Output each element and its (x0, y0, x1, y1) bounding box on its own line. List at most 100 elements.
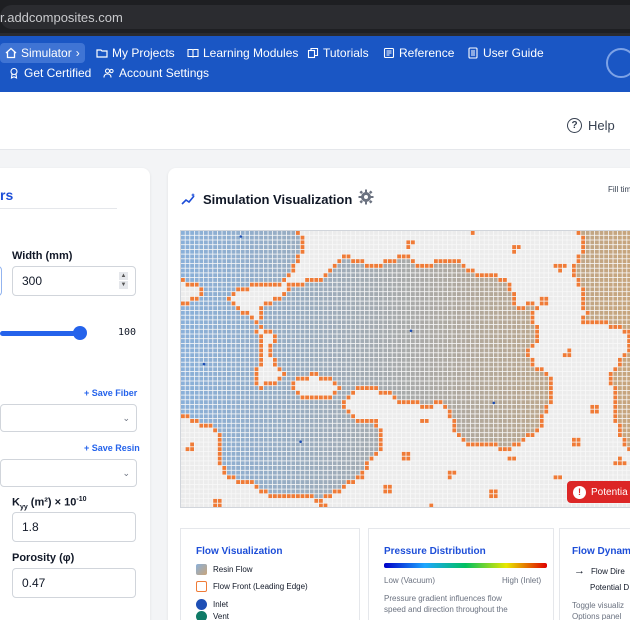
save-resin-link[interactable]: + Save Resin (84, 443, 140, 453)
empty-cell (415, 235, 420, 240)
resin-cell (374, 268, 378, 273)
avatar[interactable] (606, 48, 630, 78)
resin-cell (231, 339, 236, 343)
empty-cell (549, 428, 553, 433)
resin-cell (286, 315, 291, 320)
gear-icon[interactable] (358, 189, 374, 205)
empty-cell (300, 231, 305, 235)
empty-cell (595, 451, 599, 456)
resin-cell (429, 376, 434, 381)
resin-cell (250, 353, 254, 358)
resin-cell (599, 254, 604, 259)
resin-cell (383, 292, 388, 296)
empty-cell (346, 404, 351, 409)
resin-cell (337, 423, 342, 428)
resin-cell (268, 278, 273, 282)
nav-account-settings[interactable]: Account Settings (98, 63, 214, 83)
resin-cell (452, 334, 457, 339)
resin-cell (309, 423, 314, 428)
resin-cell (268, 442, 273, 447)
empty-cell (443, 456, 447, 461)
resin-cell (475, 301, 480, 306)
resin-cell (323, 348, 328, 353)
resin-cell (493, 315, 498, 320)
empty-cell (397, 419, 401, 423)
resin-cell (259, 282, 263, 287)
empty-cell (572, 357, 576, 362)
address-bar-url[interactable]: r.addcomposites.com (0, 10, 123, 25)
empty-cell (576, 353, 581, 358)
resin-cell (190, 235, 194, 240)
empty-cell (332, 245, 337, 249)
empty-cell (535, 278, 539, 282)
empty-cell (553, 381, 558, 386)
resin-cell (457, 409, 461, 414)
resin-cell (213, 320, 217, 325)
resin-cell (204, 367, 208, 372)
nav-my-projects[interactable]: My Projects (91, 43, 180, 63)
empty-cell (438, 409, 443, 414)
nav-user-guide[interactable]: User Guide (462, 43, 549, 63)
fiber-select[interactable]: ⌄ (0, 404, 137, 432)
resin-cell (470, 428, 475, 433)
empty-cell (567, 404, 572, 409)
resin-cell (360, 301, 365, 306)
resin-cell (300, 376, 305, 381)
resin-cell (585, 320, 590, 325)
empty-cell (351, 235, 355, 240)
resin-cell (383, 273, 388, 278)
empty-cell (558, 320, 562, 325)
resin-select[interactable]: ⌄ (0, 459, 137, 487)
resin-cell (181, 320, 185, 325)
resin-cell (346, 353, 351, 358)
length-input[interactable] (0, 266, 2, 296)
resin-cell (378, 376, 383, 381)
resin-cell (365, 357, 369, 362)
resin-cell (259, 240, 263, 245)
resin-cell (590, 231, 595, 235)
resin-cell (291, 433, 296, 437)
resin-cell (213, 395, 217, 400)
resin-cell (452, 428, 457, 433)
nav-get-certified[interactable]: Get Certified (3, 63, 96, 83)
resin-cell (507, 315, 512, 320)
resin-cell (526, 428, 530, 433)
resin-cell (250, 325, 254, 329)
resin-cell (484, 320, 489, 325)
save-fiber-link[interactable]: + Save Fiber (84, 388, 137, 398)
empty-cell (388, 437, 392, 442)
nav-simulator[interactable]: Simulator › (0, 43, 85, 63)
resin-cell (429, 306, 434, 311)
empty-cell (576, 362, 581, 367)
empty-cell (351, 231, 355, 235)
resin-cell (374, 339, 378, 343)
empty-cell (590, 442, 595, 447)
kyy-input[interactable]: 1.8 (12, 512, 136, 542)
width-input[interactable]: 300 ▲ ▼ (12, 266, 136, 296)
empty-cell (305, 245, 309, 249)
help-button[interactable]: ? Help (567, 118, 615, 133)
resin-cell (576, 273, 581, 278)
resin-cell (429, 386, 434, 390)
slider-handle[interactable] (73, 326, 87, 340)
empty-cell (535, 301, 539, 306)
width-stepper[interactable]: ▲ ▼ (119, 272, 129, 290)
empty-cell (452, 245, 457, 249)
resin-cell (250, 428, 254, 433)
resin-cell (480, 367, 484, 372)
nav-tutorials[interactable]: Tutorials (302, 43, 374, 63)
simulation-grid[interactable] (180, 230, 630, 508)
resin-cell (447, 296, 452, 301)
slider-track[interactable] (0, 331, 80, 336)
empty-cell (240, 306, 245, 311)
resin-cell (420, 334, 424, 339)
empty-cell (411, 235, 415, 240)
empty-cell (590, 423, 595, 428)
porosity-input[interactable]: 0.47 (12, 568, 136, 598)
resin-cell (300, 320, 305, 325)
resin-cell (392, 320, 397, 325)
nav-reference[interactable]: Reference (378, 43, 459, 63)
resin-cell (461, 325, 466, 329)
nav-learning-modules[interactable]: Learning Modules (182, 43, 303, 63)
empty-cell (585, 404, 590, 409)
